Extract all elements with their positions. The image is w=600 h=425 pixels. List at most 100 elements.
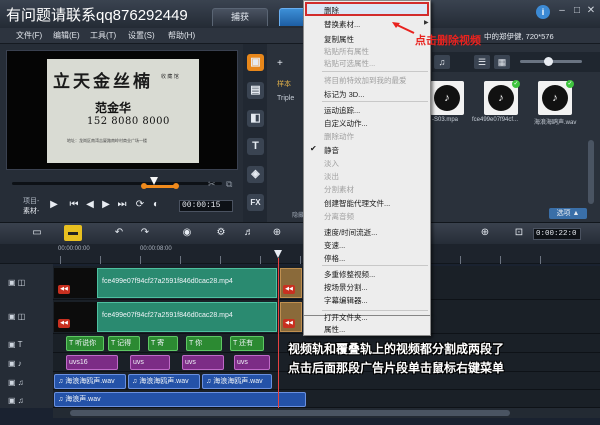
menu-help[interactable]: 帮助(H) — [168, 30, 195, 41]
overlay-track-icon[interactable]: ▣ ◫ — [8, 312, 48, 324]
ctx-create-proxy[interactable]: 创建智能代理文件... — [324, 198, 390, 209]
trim-start-handle[interactable] — [141, 183, 147, 189]
go-start-icon[interactable]: ⏮ — [68, 199, 80, 211]
motion-track-icon[interactable]: ⊕ — [268, 225, 286, 241]
audio-filter-icon[interactable]: ♫ — [434, 55, 450, 69]
prev-frame-icon[interactable]: ◀ — [84, 199, 96, 211]
maximize-icon[interactable]: □ — [571, 5, 583, 17]
enlarge-icon[interactable]: ⧉ — [226, 179, 232, 190]
title-clip[interactable]: T 寄 — [148, 336, 178, 351]
next-frame-icon[interactable]: ▶ — [100, 199, 112, 211]
info-icon[interactable]: i — [536, 5, 550, 19]
title-clip[interactable]: T 你 — [186, 336, 222, 351]
ctx-mark-3d[interactable]: 标记为 3D... — [324, 89, 364, 100]
title-clip[interactable]: T 还有 — [230, 336, 264, 351]
ctx-properties[interactable]: 属性... — [324, 324, 345, 335]
title-track-icon[interactable]: ▣ T — [8, 340, 48, 352]
trim-end-handle[interactable] — [173, 183, 179, 189]
transition-icon[interactable]: ◧ — [247, 110, 264, 127]
record-icon[interactable]: ◉ — [178, 225, 196, 241]
title-step-icon[interactable]: T — [247, 138, 264, 155]
project-mode-label[interactable]: 项目- — [23, 196, 39, 206]
ctx-freeze-frame[interactable]: 停格... — [324, 253, 345, 264]
ctx-paste-selective: 粘贴可选属性... — [324, 59, 376, 68]
volume-icon[interactable]: ◐ — [150, 199, 162, 211]
go-end-icon[interactable]: ⏭ — [116, 199, 128, 211]
ctx-delete[interactable]: 删除 — [324, 5, 339, 16]
add-folder-icon[interactable]: + — [277, 58, 283, 69]
ctx-multi-trim[interactable]: 多重修整视频... — [324, 269, 375, 280]
options-button[interactable]: 选项 ▲ — [549, 208, 587, 219]
scissors-icon[interactable]: ✂ — [208, 179, 216, 190]
music-clip[interactable]: ♫ 海浪海鸥声.wav — [202, 374, 272, 389]
music-track-icon[interactable]: ▣ ♫ — [8, 378, 48, 390]
ctx-speed-time-lapse[interactable]: 速度/时间流逝... — [324, 227, 377, 238]
list-view-icon[interactable]: ☰ — [474, 55, 490, 69]
trim-range[interactable] — [144, 185, 176, 188]
graphics-icon[interactable]: ◈ — [247, 166, 264, 183]
auto-music-icon[interactable]: ♬ — [240, 225, 258, 241]
music2-clip[interactable]: ♫ 海浪声.wav — [54, 392, 306, 407]
preview-timecode[interactable]: 00:00:15 — [179, 200, 233, 212]
voice-clip[interactable]: uvs16 — [66, 355, 118, 370]
instant-project-icon[interactable]: ▤ — [247, 82, 264, 99]
menu-tools[interactable]: 工具(T) — [90, 30, 116, 41]
card-subtitle: 收 藏 馆 — [161, 74, 179, 80]
ctx-replace-media[interactable]: 替换素材... — [324, 19, 360, 30]
tab-capture[interactable]: 捕获 — [212, 8, 268, 26]
library-scrollbar[interactable] — [588, 140, 594, 204]
music2-track-icon[interactable]: ▣ ♫ — [8, 396, 48, 408]
scrubber-track[interactable] — [12, 182, 222, 185]
repeat-icon[interactable]: ⟳ — [134, 199, 146, 211]
menu-edit[interactable]: 编辑(E) — [53, 30, 80, 41]
ruler-label: 00:00:08:00 — [140, 246, 172, 252]
fit-project-icon[interactable]: ⊡ — [510, 225, 528, 241]
ctx-variable-speed[interactable]: 变速... — [324, 240, 345, 251]
menu-divider — [322, 265, 428, 266]
title-clip[interactable]: T 记得 — [108, 336, 140, 351]
timeline-view-icon[interactable]: ▬ — [64, 225, 82, 241]
material-mode-label[interactable]: 素材- — [23, 206, 39, 216]
play-icon[interactable]: ▶ — [48, 199, 60, 211]
ctx-open-folder[interactable]: 打开文件夹... — [324, 312, 368, 323]
close-icon[interactable]: ✕ — [585, 5, 597, 17]
ctx-copy-attributes[interactable]: 复制属性 — [324, 34, 354, 45]
video-clip[interactable]: fce499e07f94cf27a2591f846d0cac28.mp4 — [97, 268, 277, 298]
thumbnail-size-knob[interactable] — [544, 57, 553, 66]
menu-file[interactable]: 文件(F) — [16, 30, 42, 41]
minimize-icon[interactable]: – — [556, 5, 568, 17]
ctx-motion-tracking[interactable]: 运动追踪... — [324, 105, 360, 116]
ctx-mute[interactable]: 静音 — [324, 145, 339, 156]
video-track-icon[interactable]: ▣ ◫ — [8, 278, 48, 290]
library-folder-triple[interactable]: Triple — [277, 95, 294, 102]
ctx-split-by-scene[interactable]: 按场景分割... — [324, 282, 368, 293]
card-address: 地址：龙岗区南湾吉厦路南岭村商业广场一楼 — [67, 138, 147, 143]
music-clip[interactable]: ♫ 海浪海鸥声.wav — [128, 374, 200, 389]
library-folder-sample[interactable]: 样本 — [277, 79, 291, 89]
ruler-tick — [180, 256, 181, 264]
used-check-icon: ✓ — [566, 80, 574, 88]
voice-clip[interactable]: uvs — [182, 355, 224, 370]
undo-icon[interactable]: ↶ — [110, 225, 128, 241]
overlay-clip[interactable]: fce499e07f94cf27a2591f846d0cac28.mp4 — [97, 302, 277, 332]
media-step-icon[interactable]: ▣ — [247, 54, 264, 71]
ctx-split-audio: 分离音频 — [324, 212, 354, 221]
redo-icon[interactable]: ↷ — [136, 225, 154, 241]
title-clip[interactable]: T 听说你 — [66, 336, 104, 351]
music-clip[interactable]: ♫ 海浪海鸥声.wav — [54, 374, 126, 389]
library-thumbnail[interactable]: ♪ — [430, 81, 464, 115]
delete-annotation: 点击删除视频 — [415, 35, 481, 47]
ctx-subtitle-editor[interactable]: 字幕编辑器... — [324, 295, 368, 306]
filter-step-icon[interactable]: FX — [247, 194, 264, 211]
timeline-time[interactable]: 0:00:22:0 — [533, 228, 581, 240]
voice-clip[interactable]: uvs — [234, 355, 270, 370]
grid-view-icon[interactable]: ▦ — [494, 55, 510, 69]
timeline-scroll-thumb[interactable] — [70, 410, 510, 416]
voice-track-icon[interactable]: ▣ ♪ — [8, 359, 48, 371]
zoom-in-icon[interactable]: ⊕ — [476, 225, 494, 241]
menu-settings[interactable]: 设置(S) — [128, 30, 155, 41]
storyboard-view-icon[interactable]: ▭ — [28, 225, 46, 241]
voice-clip[interactable]: uvs — [130, 355, 170, 370]
ctx-custom-motion[interactable]: 自定义动作... — [324, 118, 368, 129]
mixer-icon[interactable]: ⚙ — [212, 225, 230, 241]
